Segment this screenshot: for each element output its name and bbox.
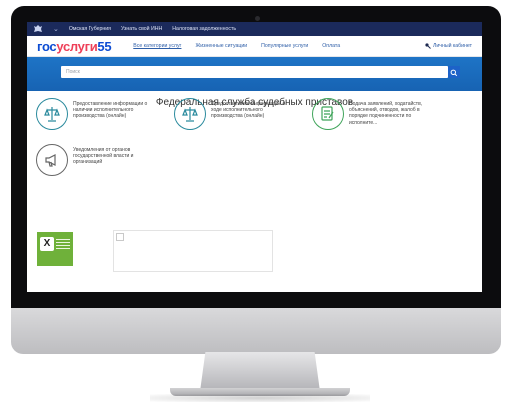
nav-payment[interactable]: Оплата bbox=[322, 43, 340, 49]
banner-logo-icon: X bbox=[40, 237, 54, 251]
key-icon bbox=[425, 43, 431, 49]
search-placeholder: Поиск bbox=[66, 69, 80, 75]
search-input[interactable]: Поиск bbox=[61, 66, 448, 78]
camera-dot bbox=[255, 16, 260, 21]
banner-text-lines bbox=[56, 239, 70, 251]
region-link[interactable]: Омская Губерния bbox=[69, 26, 111, 32]
service-label: Уведомления от органов государственной в… bbox=[73, 147, 134, 166]
top-bar: ⌄ Омская Губерния Узнать свой ИНН Налого… bbox=[27, 22, 482, 36]
personal-cabinet-label: Личный кабинет bbox=[432, 43, 472, 49]
promo-banner[interactable]: X bbox=[37, 232, 73, 266]
header: госуслуги55 Все категории услуг Жизненны… bbox=[27, 36, 482, 57]
main-nav: Все категории услуг Жизненные ситуации П… bbox=[133, 43, 340, 49]
service-item-notifications[interactable]: Уведомления от органов государственной в… bbox=[36, 144, 153, 176]
service-label: Предоставление информации о наличии испо… bbox=[73, 101, 148, 120]
megaphone-icon bbox=[36, 144, 68, 176]
service-item-existence-info[interactable]: Предоставление информации о наличии испо… bbox=[36, 98, 153, 130]
nav-life-situations[interactable]: Жизненные ситуации bbox=[195, 43, 247, 49]
search-band: Поиск bbox=[27, 57, 482, 91]
document-pen-icon bbox=[312, 98, 344, 130]
scales-icon bbox=[174, 98, 206, 130]
site-logo[interactable]: госуслуги55 bbox=[37, 39, 112, 54]
search-button[interactable] bbox=[448, 66, 460, 78]
monitor-shadow bbox=[150, 394, 370, 402]
chevron-down-icon[interactable]: ⌄ bbox=[53, 25, 59, 33]
service-item-submit-complaints[interactable]: Подача заявлений, ходатайств, объяснений… bbox=[312, 98, 429, 130]
monitor-stand bbox=[200, 352, 320, 390]
service-label: Подача заявлений, ходатайств, объяснений… bbox=[349, 101, 423, 126]
scales-icon bbox=[36, 98, 68, 130]
tax-debt-link[interactable]: Налоговая задолженность bbox=[172, 26, 236, 32]
inn-link[interactable]: Узнать свой ИНН bbox=[121, 26, 162, 32]
service-item-progress-info[interactable]: Предоставление информации о ходе исполни… bbox=[174, 98, 291, 130]
coat-of-arms-icon bbox=[33, 24, 43, 34]
nav-popular-services[interactable]: Популярные услуги bbox=[261, 43, 308, 49]
broken-image-icon bbox=[116, 233, 124, 241]
monitor-chin bbox=[11, 308, 501, 354]
search-icon bbox=[450, 69, 458, 77]
nav-all-categories[interactable]: Все категории услуг bbox=[133, 43, 181, 49]
service-label: Предоставление информации о ходе исполни… bbox=[211, 101, 286, 120]
image-placeholder bbox=[113, 230, 273, 272]
personal-cabinet-link[interactable]: Личный кабинет bbox=[425, 43, 472, 49]
